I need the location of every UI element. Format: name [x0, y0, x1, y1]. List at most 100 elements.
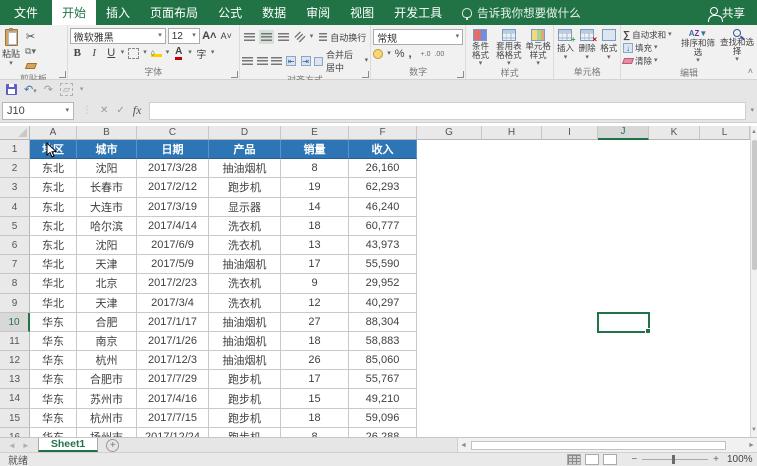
- cell-A7[interactable]: 华北: [30, 255, 77, 274]
- phonetic-dropdown[interactable]: ▾: [211, 50, 215, 56]
- new-sheet-button[interactable]: +: [106, 439, 119, 452]
- clipboard-dialog-launcher[interactable]: [59, 71, 66, 78]
- decrease-decimal-button[interactable]: .00: [434, 51, 444, 58]
- expand-formula-bar-icon[interactable]: ▾: [750, 108, 754, 114]
- cell-A8[interactable]: 华北: [30, 274, 77, 293]
- font-color-icon[interactable]: A: [171, 46, 186, 60]
- prev-sheet-icon[interactable]: ◄: [8, 441, 16, 450]
- ribbon-tab-公式[interactable]: 公式: [208, 0, 252, 25]
- cell-E4[interactable]: 14: [281, 198, 349, 217]
- bold-button[interactable]: B: [70, 46, 85, 60]
- cell-A2[interactable]: 东北: [30, 159, 77, 178]
- row-header-6[interactable]: 6: [0, 236, 30, 255]
- phonetic-guide-icon[interactable]: 字: [194, 46, 209, 60]
- cell-F4[interactable]: 46,240: [349, 198, 417, 217]
- cell-C14[interactable]: 2017/4/16: [137, 389, 209, 408]
- selected-cell-J10[interactable]: [597, 312, 650, 333]
- cell-A9[interactable]: 华北: [30, 294, 77, 313]
- format-as-table-button[interactable]: 套用表格格式 ▾: [496, 27, 522, 67]
- cell-B16[interactable]: 扬州市: [77, 428, 137, 437]
- zoom-out-button[interactable]: −: [631, 454, 637, 465]
- page-layout-view-button[interactable]: [585, 454, 599, 465]
- empty-cells[interactable]: [417, 428, 750, 437]
- cell-B3[interactable]: 长春市: [77, 178, 137, 197]
- cell-D5[interactable]: 洗衣机: [209, 217, 281, 236]
- column-header-C[interactable]: C: [137, 126, 209, 140]
- format-painter-icon[interactable]: [23, 59, 38, 73]
- cell-B9[interactable]: 天津: [77, 294, 137, 313]
- scroll-up-icon[interactable]: ▲: [751, 126, 757, 139]
- empty-cells[interactable]: [417, 351, 750, 370]
- cell-B2[interactable]: 沈阳: [77, 159, 137, 178]
- cell-F16[interactable]: 26,288: [349, 428, 417, 437]
- column-header-G[interactable]: G: [417, 126, 482, 140]
- cell-D4[interactable]: 显示器: [209, 198, 281, 217]
- custom-qat-icon[interactable]: ▱: [60, 83, 73, 96]
- cell-styles-button[interactable]: 单元格样式 ▾: [525, 27, 551, 67]
- font-dialog-launcher[interactable]: [231, 71, 238, 78]
- save-icon[interactable]: [6, 84, 17, 95]
- cell-F7[interactable]: 55,590: [349, 255, 417, 274]
- row-header-9[interactable]: 9: [0, 294, 30, 313]
- paste-dropdown[interactable]: ▾: [9, 61, 13, 67]
- column-header-L[interactable]: L: [700, 126, 750, 140]
- fill-color-dropdown[interactable]: ▾: [166, 50, 170, 56]
- accounting-format-icon[interactable]: [373, 49, 383, 59]
- orientation-icon[interactable]: [293, 30, 308, 44]
- cell-F12[interactable]: 85,060: [349, 351, 417, 370]
- cell-B12[interactable]: 杭州: [77, 351, 137, 370]
- cell-C6[interactable]: 2017/6/9: [137, 236, 209, 255]
- cell-B11[interactable]: 南京: [77, 332, 137, 351]
- cell-A15[interactable]: 华东: [30, 409, 77, 428]
- ribbon-tab-插入[interactable]: 插入: [96, 0, 140, 25]
- cell-A6[interactable]: 东北: [30, 236, 77, 255]
- cell-E16[interactable]: 8: [281, 428, 349, 437]
- cell-D14[interactable]: 跑步机: [209, 389, 281, 408]
- cell-B7[interactable]: 天津: [77, 255, 137, 274]
- next-sheet-icon[interactable]: ►: [22, 441, 30, 450]
- cell-D2[interactable]: 抽油烟机: [209, 159, 281, 178]
- cancel-icon[interactable]: ✕: [100, 105, 108, 116]
- row-header-2[interactable]: 2: [0, 159, 30, 178]
- number-format-select[interactable]: 常规▾: [373, 29, 463, 45]
- row-header-10[interactable]: 10: [0, 313, 30, 332]
- cell-E9[interactable]: 12: [281, 294, 349, 313]
- cell-C7[interactable]: 2017/5/9: [137, 255, 209, 274]
- row-header-13[interactable]: 13: [0, 370, 30, 389]
- redo-icon[interactable]: ↷: [44, 83, 53, 96]
- font-color-dropdown[interactable]: ▾: [188, 50, 192, 56]
- row-header-11[interactable]: 11: [0, 332, 30, 351]
- empty-cells[interactable]: [417, 198, 750, 217]
- number-dialog-launcher[interactable]: [457, 71, 464, 78]
- cell-E3[interactable]: 19: [281, 178, 349, 197]
- ribbon-tab-开发工具[interactable]: 开发工具: [384, 0, 452, 25]
- cell-C16[interactable]: 2017/12/24: [137, 428, 209, 437]
- column-header-F[interactable]: F: [349, 126, 417, 140]
- cut-icon[interactable]: ✂: [23, 29, 38, 43]
- cell-D6[interactable]: 洗衣机: [209, 236, 281, 255]
- cell-A10[interactable]: 华东: [30, 313, 77, 332]
- tab-file[interactable]: 文件: [0, 0, 52, 25]
- cell-F10[interactable]: 88,304: [349, 313, 417, 332]
- column-header-B[interactable]: B: [77, 126, 137, 140]
- ribbon-tab-数据[interactable]: 数据: [252, 0, 296, 25]
- cell-A14[interactable]: 华东: [30, 389, 77, 408]
- cell-F11[interactable]: 58,883: [349, 332, 417, 351]
- copy-icon[interactable]: ⧉▾: [23, 44, 38, 58]
- cell-E11[interactable]: 18: [281, 332, 349, 351]
- decrease-indent-icon[interactable]: ⇤: [285, 54, 297, 68]
- empty-cells[interactable]: [417, 217, 750, 236]
- empty-cells[interactable]: [417, 274, 750, 293]
- sheet-tab-sheet1[interactable]: Sheet1: [38, 438, 98, 452]
- ribbon-tab-页面布局[interactable]: 页面布局: [140, 0, 208, 25]
- cell-E14[interactable]: 15: [281, 389, 349, 408]
- cell-F3[interactable]: 62,293: [349, 178, 417, 197]
- cell-B13[interactable]: 合肥市: [77, 370, 137, 389]
- empty-cells[interactable]: [417, 140, 750, 159]
- cell-F1[interactable]: 收入: [349, 140, 417, 159]
- row-header-8[interactable]: 8: [0, 274, 30, 293]
- cell-E5[interactable]: 18: [281, 217, 349, 236]
- align-top-icon[interactable]: [242, 30, 257, 44]
- formula-input[interactable]: [149, 102, 746, 120]
- cell-D8[interactable]: 洗衣机: [209, 274, 281, 293]
